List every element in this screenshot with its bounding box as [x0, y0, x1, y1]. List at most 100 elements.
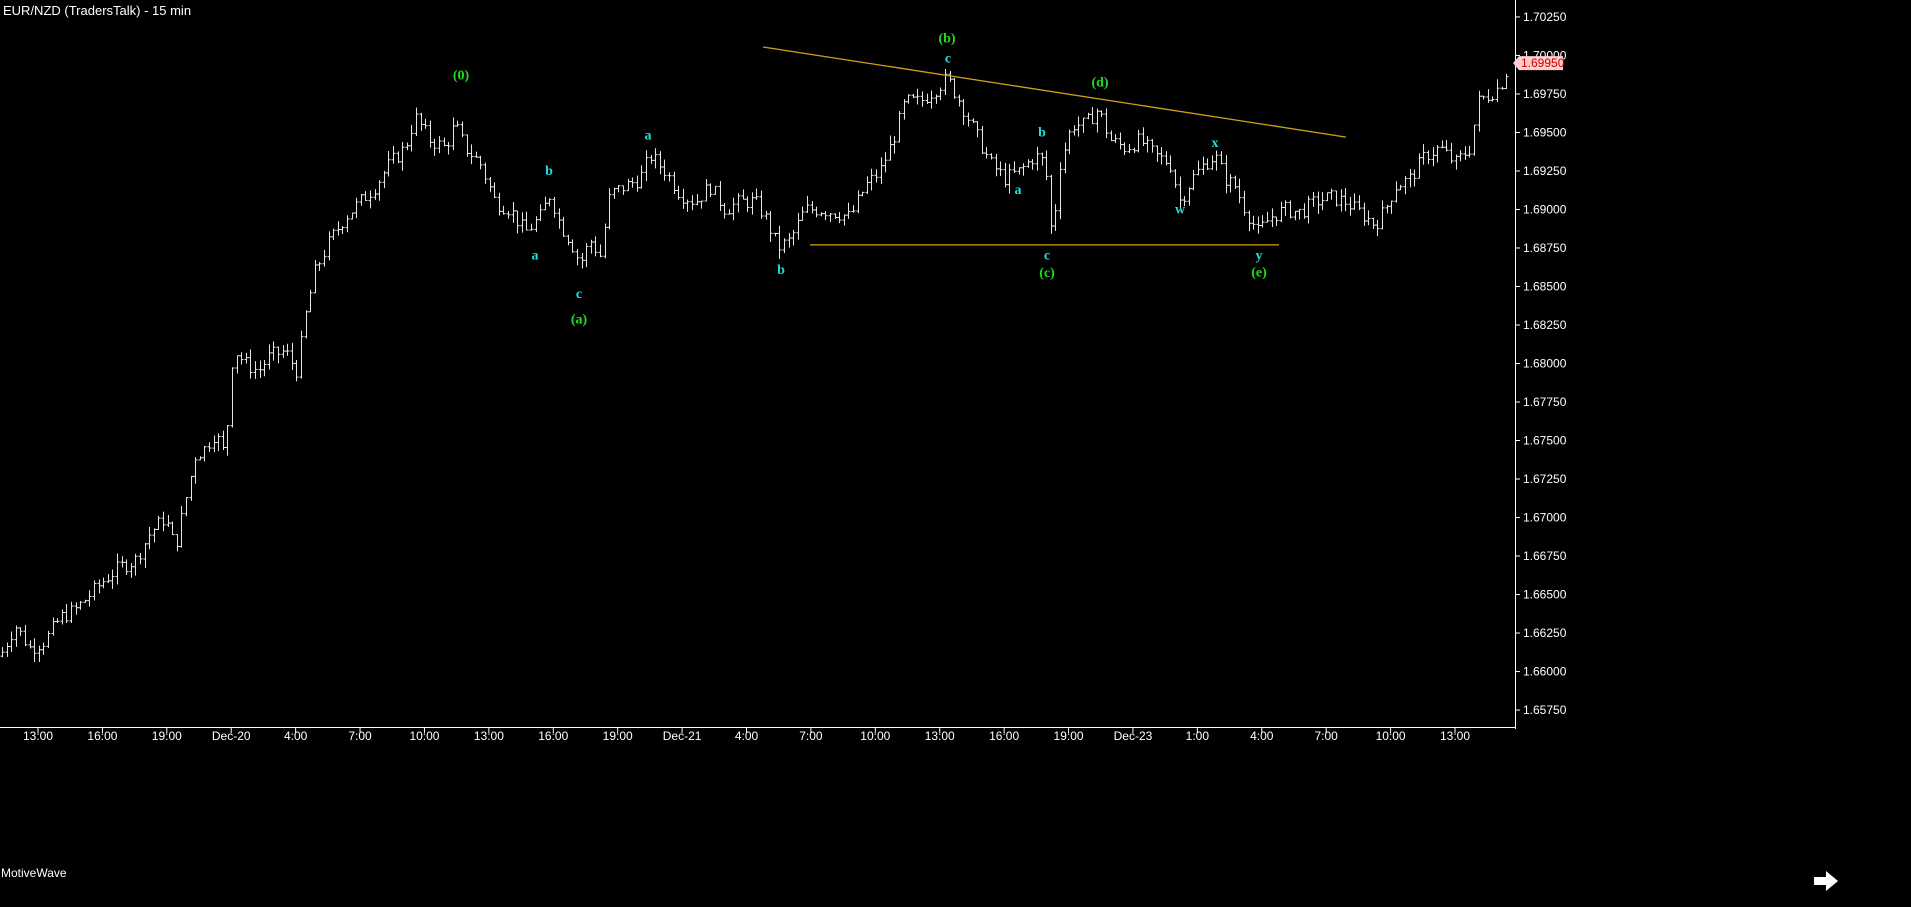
ohlc-bar [851, 205, 856, 213]
ohlc-bar [1339, 189, 1344, 212]
ohlc-bar [69, 601, 74, 624]
ohlc-bar [1320, 191, 1325, 211]
ohlc-bar [41, 642, 46, 655]
ohlc-bar [317, 262, 322, 272]
ohlc-bar [911, 93, 916, 99]
ohlc-bar [1030, 159, 1035, 170]
ohlc-bar [649, 154, 654, 164]
ohlc-bar [699, 200, 704, 209]
ohlc-bar [1306, 195, 1311, 224]
ohlc-bar [212, 435, 217, 453]
ohlc-bar [580, 253, 585, 269]
ohlc-bar [253, 361, 258, 379]
ohlc-bar [1086, 112, 1091, 120]
price-chart[interactable]: (0) b a c (a) a b (b) c b a c (c) (d) w x y(e) 1.70250 1.… [0, 0, 1911, 907]
ohlc-bar [1095, 108, 1100, 133]
ohlc-bar [1127, 143, 1132, 153]
wave-label: w [1175, 202, 1186, 217]
ohlc-bar [120, 556, 125, 568]
time-tick-label: 7:00 [799, 729, 823, 743]
price-tick-label: 1.66750 [1523, 549, 1567, 563]
time-tick-label: 4:00 [735, 729, 759, 743]
price-tick-label: 1.70250 [1523, 10, 1567, 24]
ohlc-bar [1288, 200, 1293, 219]
time-tick-label: 10:00 [409, 729, 439, 743]
ohlc-bar [989, 153, 994, 160]
ohlc-bar [37, 645, 42, 663]
ohlc-bar [1210, 155, 1215, 170]
ohlc-bar [469, 144, 474, 165]
ohlc-bar [248, 349, 253, 379]
ohlc-bar [1040, 152, 1045, 166]
ohlc-bar [511, 201, 516, 223]
wave-label: (a) [571, 312, 588, 327]
wave-label: a [645, 128, 652, 143]
wave-label: y [1256, 249, 1263, 264]
ohlc-bar [538, 204, 543, 222]
time-tick-label: Dec-20 [212, 729, 251, 743]
ohlc-bar [501, 205, 506, 215]
ohlc-bar [446, 141, 451, 155]
ohlc-bar [520, 212, 525, 233]
ohlc-bar [290, 342, 295, 371]
ohlc-bar [133, 553, 138, 576]
ohlc-bar [1343, 188, 1348, 212]
ohlc-bar [764, 210, 769, 220]
ohlc-bar [1063, 142, 1068, 174]
ohlc-bar [1293, 210, 1298, 221]
ohlc-bar [731, 197, 736, 221]
price-axis[interactable]: 1.702501.700001.697501.695001.692501.690… [1513, 0, 1567, 729]
ohlc-bar [92, 580, 97, 601]
ohlc-bar [1334, 190, 1339, 207]
ohlc-bar [1233, 175, 1238, 189]
price-tick-label: 1.68250 [1523, 318, 1567, 332]
ohlc-bar [814, 206, 819, 218]
ohlc-bar [1196, 160, 1201, 176]
ohlc-bar [1463, 146, 1468, 160]
price-tick-label: 1.66250 [1523, 626, 1567, 640]
time-tick-label: 7:00 [348, 729, 372, 743]
ohlc-bar [892, 136, 897, 154]
ohlc-bar [202, 445, 207, 462]
ohlc-bar [0, 647, 5, 658]
ohlc-bar [138, 552, 143, 565]
ohlc-bar [1076, 116, 1081, 137]
ohlc-bar [115, 553, 120, 585]
wave-label: x [1212, 136, 1219, 151]
ohlc-bar [750, 192, 755, 215]
ohlc-bar [1362, 202, 1367, 226]
ohlc-bar [262, 359, 267, 377]
ohlc-bar [837, 212, 842, 224]
ohlc-bar [161, 511, 166, 532]
ohlc-bar [1403, 175, 1408, 195]
time-axis[interactable]: 13:00 16:00 19:00 Dec-20 4:00 7:00 10:00 13:00 1… [0, 727, 1516, 743]
ohlc-bar [1173, 169, 1178, 188]
ohlc-bar [1219, 151, 1224, 165]
wave-label: (0) [453, 68, 470, 83]
ohlc-bar [488, 177, 493, 193]
ohlc-bar [998, 161, 1003, 177]
ohlc-bar [1007, 163, 1012, 194]
ohlc-bar [442, 137, 447, 147]
ohlc-bar [1486, 89, 1491, 103]
ohlc-bar [685, 199, 690, 212]
wave-label: (d) [1091, 75, 1108, 90]
ohlc-bar [83, 599, 88, 603]
scroll-right-arrow-icon[interactable] [1812, 868, 1840, 894]
ohlc-bar [437, 136, 442, 154]
wave-label: (c) [1039, 266, 1055, 281]
ohlc-bar [1256, 216, 1261, 234]
ohlc-bar [1247, 210, 1252, 232]
ohlc-bar [87, 590, 92, 607]
ohlc-bar [1440, 140, 1445, 149]
ohlc-bar [1467, 145, 1472, 158]
price-tick-label: 1.68750 [1523, 241, 1567, 255]
ohlc-bar [524, 211, 529, 231]
ohlc-bar [777, 225, 782, 260]
ohlc-bar [5, 642, 10, 657]
ohlc-bar [101, 577, 106, 589]
ohlc-bar [800, 206, 805, 221]
ohlc-bar [419, 112, 424, 131]
ohlc-bar [1201, 156, 1206, 175]
ohlc-bar [46, 630, 51, 648]
